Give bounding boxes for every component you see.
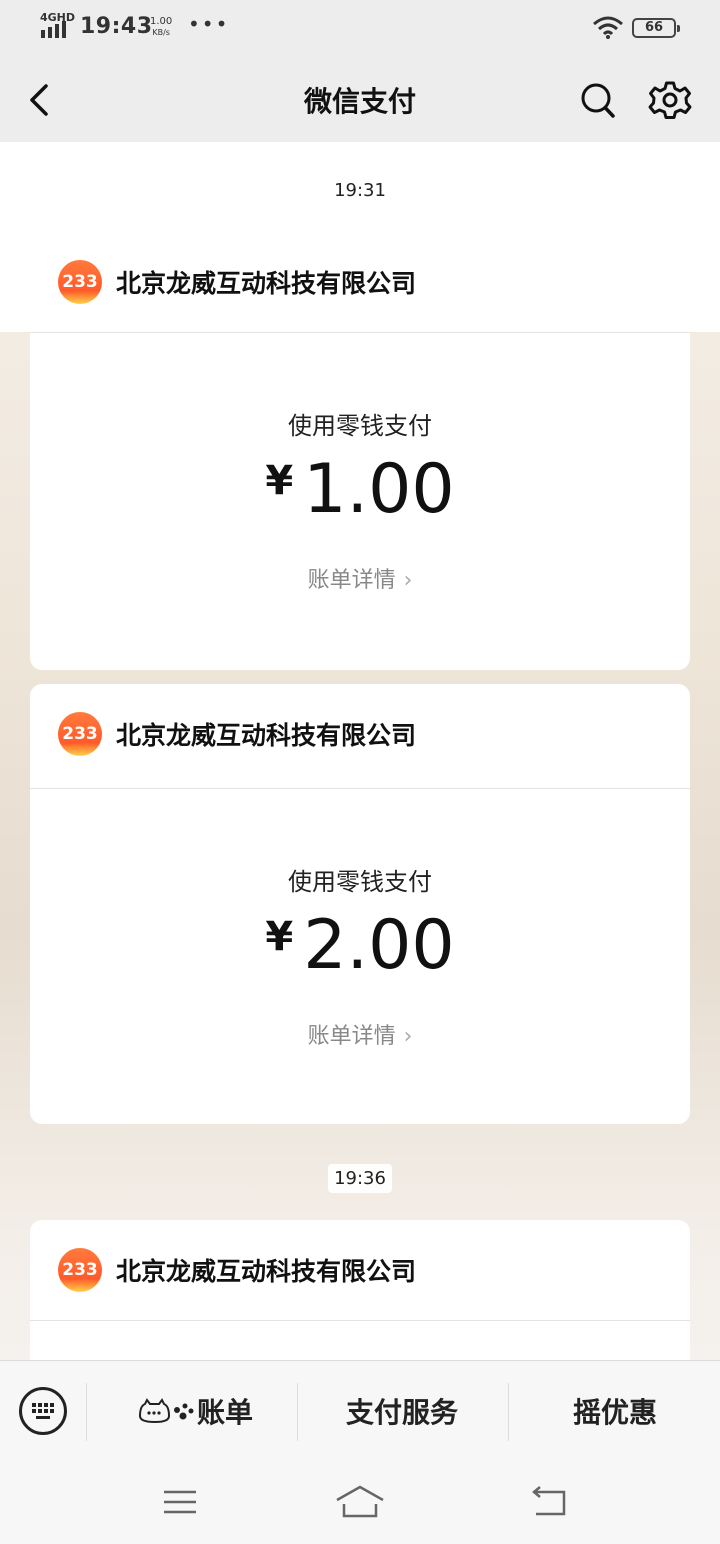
network-speed-value: 1.00 (150, 16, 173, 27)
divider (30, 332, 690, 333)
pay-method: 使用零钱支付 (288, 868, 432, 896)
chevron-right-icon: › (403, 568, 413, 593)
chevron-right-icon: › (403, 1024, 413, 1049)
amount: ¥1.00 (30, 450, 690, 529)
menu-divider (297, 1383, 298, 1441)
divider (30, 1320, 690, 1321)
menu-shake-discount[interactable]: 摇优惠 (540, 1391, 690, 1431)
gear-icon[interactable] (648, 78, 692, 122)
bill-detail-label: 账单详情 (307, 568, 396, 593)
merchant-header[interactable]: 233 北京龙威互动科技有限公司 (30, 684, 690, 784)
bill-detail-link[interactable]: 账单详情 › (30, 562, 690, 594)
network-speed-unit: KB/s (152, 28, 170, 37)
keyboard-icon[interactable] (19, 1387, 67, 1435)
merchant-name: 北京龙威互动科技有限公司 (116, 269, 417, 298)
network-speed: 1.00 KB/s (150, 16, 172, 38)
signal-icon (41, 21, 66, 38)
currency-symbol: ¥ (265, 458, 294, 504)
menu-divider (86, 1383, 87, 1441)
merchant-header[interactable]: 233 北京龙威互动科技有限公司 (30, 232, 690, 332)
search-icon[interactable] (578, 78, 618, 122)
payment-card[interactable]: 233 北京龙威互动科技有限公司 (30, 1220, 690, 1360)
pay-method: 使用零钱支付 (288, 412, 432, 440)
nav-bar: 微信支付 (0, 56, 720, 142)
home-icon[interactable] (334, 1484, 386, 1520)
amount: ¥2.00 (30, 906, 690, 985)
bill-detail-link[interactable]: 账单详情 › (30, 1018, 690, 1050)
currency-symbol: ¥ (265, 914, 294, 960)
menu-bills[interactable]: 账单 (130, 1391, 260, 1431)
payment-card[interactable]: 使用零钱支付 ¥1.00 账单详情 › (30, 332, 690, 670)
status-bar: 4GHD 19:43 1.00 KB/s ••• 66 (0, 0, 720, 56)
merchant-logo: 233 (58, 260, 102, 304)
menu-pay-service[interactable]: 支付服务 (320, 1391, 484, 1431)
back-arrow-icon[interactable] (530, 1486, 570, 1520)
merchant-name: 北京龙威互动科技有限公司 (116, 721, 417, 750)
divider (30, 788, 690, 789)
amount-value: 2.00 (303, 906, 455, 985)
battery-indicator: 66 (632, 18, 680, 38)
message-time: 19:31 (0, 176, 720, 205)
menu-icon[interactable] (160, 1486, 200, 1518)
merchant-name: 北京龙威互动科技有限公司 (116, 1257, 417, 1286)
menu-divider (508, 1383, 509, 1441)
more-notifications-icon: ••• (188, 12, 230, 36)
amount-value: 1.00 (303, 450, 455, 529)
menu-bills-label: 账单 (196, 1396, 253, 1429)
bill-detail-label: 账单详情 (307, 1024, 396, 1049)
merchant-header[interactable]: 233 北京龙威互动科技有限公司 (30, 1220, 690, 1320)
payment-card[interactable]: 233 北京龙威互动科技有限公司 使用零钱支付 ¥2.00 账单详情 › (30, 684, 690, 1124)
clock: 19:43 (80, 14, 153, 39)
merchant-logo: 233 (58, 1248, 102, 1292)
bottom-menu: 账单 支付服务 摇优惠 (0, 1360, 720, 1465)
message-time: 19:36 (0, 1164, 720, 1193)
merchant-logo: 233 (58, 712, 102, 756)
system-nav-bar (0, 1464, 720, 1544)
wifi-icon (593, 16, 623, 39)
message-list[interactable]: 19:31 233 北京龙威互动科技有限公司 使用零钱支付 ¥1.00 账单详情… (0, 142, 720, 1360)
cat-icon (137, 1397, 197, 1431)
